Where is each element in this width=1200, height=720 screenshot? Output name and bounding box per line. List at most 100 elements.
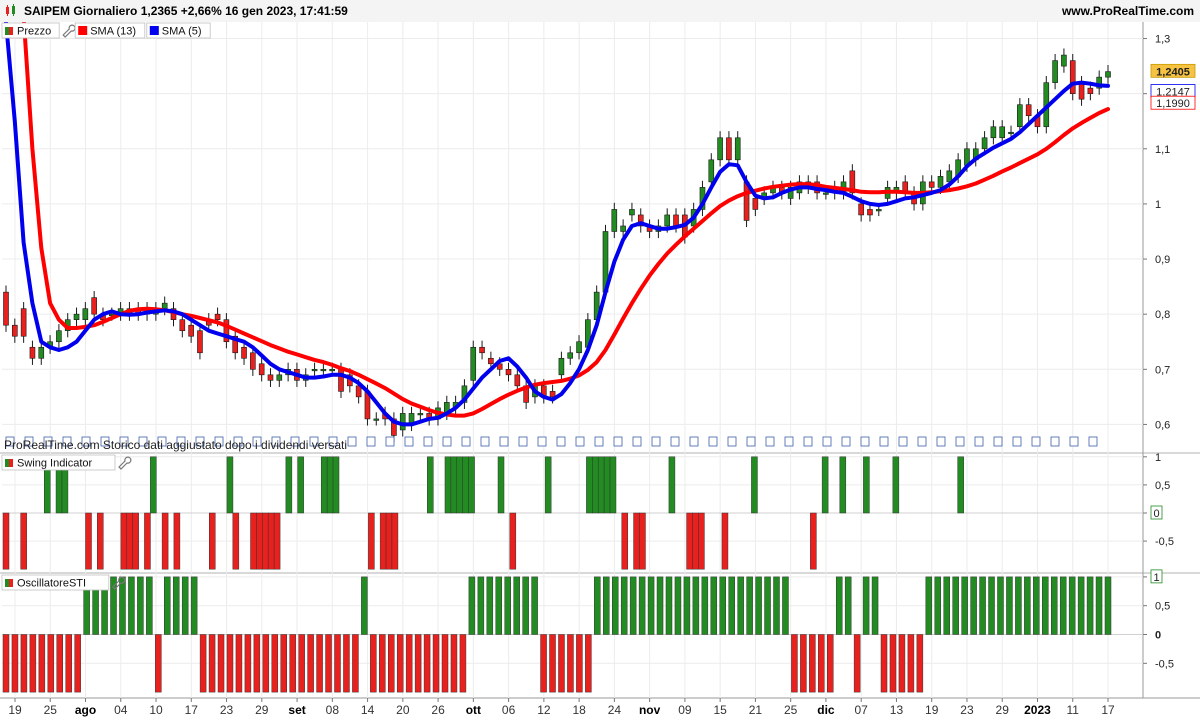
oscillator-bar	[262, 634, 270, 693]
oscillator-bar	[423, 634, 431, 693]
swing-bar	[444, 456, 452, 514]
candle-body	[576, 341, 582, 354]
oscillator-bar	[334, 634, 341, 693]
dividend-marker	[1088, 436, 1098, 447]
oscillator-bar	[20, 634, 28, 693]
oscillator-bar	[477, 576, 485, 635]
y-tick-label: 1,1	[1155, 144, 1170, 156]
swing-bar	[692, 512, 699, 570]
oscillator-bar	[916, 634, 924, 693]
legend-sma5[interactable]: SMA (5)	[146, 22, 211, 39]
oscillator-bar	[74, 634, 81, 693]
candle-body	[479, 346, 485, 354]
candle-body	[214, 313, 221, 320]
oscillator-bar	[737, 576, 744, 635]
candle-body	[981, 137, 988, 150]
swing-bar	[262, 512, 269, 570]
oscillator-bar	[844, 576, 852, 635]
x-tick-label: 14	[361, 703, 375, 717]
oscillator-bar	[38, 634, 46, 693]
swing-value-badge: 0	[1153, 508, 1159, 520]
candle-body	[549, 391, 556, 398]
y-tick-label: 0,5	[1155, 480, 1170, 492]
legend-sma13[interactable]: SMA (13)	[74, 22, 146, 39]
oscillator-bar	[208, 634, 216, 693]
dividend-marker	[689, 436, 699, 447]
swing-legend[interactable]: Swing Indicator	[1, 454, 116, 471]
dividend-marker	[385, 436, 395, 447]
x-tick-label: 26	[431, 703, 445, 717]
dividend-marker	[708, 436, 718, 447]
price-swatch	[5, 27, 9, 35]
oscillator-bar	[155, 634, 162, 693]
oscillator-bar	[379, 634, 386, 693]
oscillator-bar	[934, 576, 942, 635]
oscillator-bar	[656, 576, 664, 635]
data-footnote: ProRealTime.com Storico dati aggiustato …	[4, 438, 347, 452]
oscillator-bar	[486, 576, 494, 635]
swing-bar	[85, 512, 92, 570]
oscillator-bar	[450, 634, 458, 693]
swing-bar	[686, 512, 693, 570]
oscillator-bar	[647, 576, 655, 635]
swing-bar	[462, 456, 469, 514]
dividend-marker	[480, 436, 490, 447]
oscillator-bar	[800, 634, 807, 693]
oscillator-bar	[11, 634, 19, 693]
oscillator-bar	[898, 634, 906, 693]
oscillator-bar	[56, 634, 64, 693]
oscillator-bar	[352, 634, 359, 693]
x-tick-label: 23	[220, 703, 234, 717]
candle-body	[1017, 104, 1023, 128]
candle-body	[20, 308, 27, 337]
series-swatch	[149, 26, 159, 35]
legend-sma5-label: SMA (5)	[162, 26, 202, 38]
swing-bar	[544, 456, 552, 514]
instrument-title: SAIPEM Giornaliero 1,2365 +2,66% 16 gen …	[24, 4, 348, 18]
oscillator-bar	[513, 576, 520, 635]
dividend-marker	[898, 436, 908, 447]
oscillator-bar	[190, 576, 198, 635]
oscillator-bar	[65, 634, 72, 693]
oscillator-bar	[952, 576, 959, 635]
swing-bar	[144, 512, 151, 570]
candle-body	[320, 369, 327, 372]
oscillator-bar	[791, 634, 798, 693]
oscillator-bar	[683, 576, 691, 635]
swing-bar	[332, 456, 340, 514]
oscillator-bar	[531, 576, 538, 635]
candlestick-chart-icon	[6, 4, 15, 16]
swing-bar	[267, 512, 275, 570]
dividend-marker	[727, 436, 737, 447]
oscillator-legend[interactable]: OscillatoreSTI	[1, 574, 110, 591]
candle-body	[717, 137, 723, 161]
oscillator-bar	[244, 634, 252, 693]
candle-body	[1087, 87, 1094, 94]
oscillator-bar	[1077, 576, 1085, 635]
x-tick-label: 06	[502, 703, 516, 717]
swing-bar	[120, 512, 128, 570]
oscillator-bar	[253, 634, 261, 693]
x-tick-label: 23	[960, 703, 974, 717]
candle-body	[82, 308, 89, 320]
site-link[interactable]: www.ProRealTime.com	[1062, 4, 1194, 18]
oscillator-bar	[235, 634, 243, 693]
chart-area[interactable]: 19 25 ago 04 10 17 23 29 set 08 14 20 26 ott 06 12 18 24 n…	[0, 22, 1200, 720]
oscillator-bar	[172, 576, 180, 635]
legend-prezzo[interactable]: Prezzo	[1, 22, 60, 39]
candle-body	[29, 346, 36, 359]
oscillator-bar	[361, 576, 368, 635]
swing-bar	[273, 512, 281, 570]
candle-body	[673, 214, 679, 227]
candle-body	[858, 203, 864, 216]
series-swatch	[78, 26, 88, 35]
swing-bar	[592, 456, 599, 514]
oscillator-bar	[611, 576, 619, 635]
candle-body	[999, 126, 1006, 139]
swing-bar	[97, 512, 104, 570]
oscillator-value-badge: 1	[1153, 572, 1159, 584]
swing-bar	[668, 456, 676, 514]
oscillator-bar	[782, 576, 789, 635]
price-swatch	[9, 579, 13, 587]
swing-bar	[391, 512, 399, 570]
